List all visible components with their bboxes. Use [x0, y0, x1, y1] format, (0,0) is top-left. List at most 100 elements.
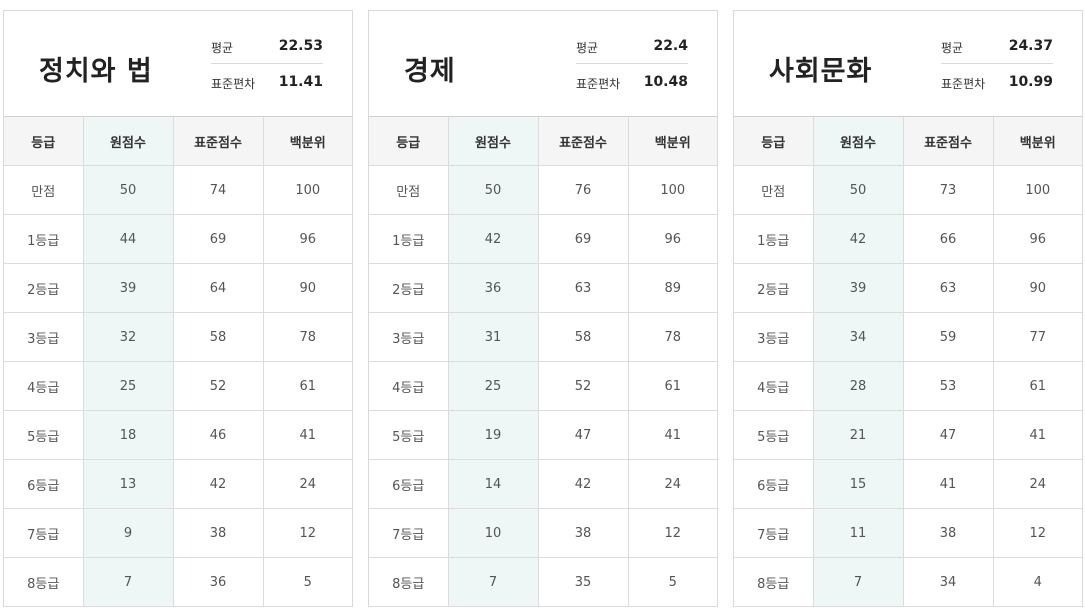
- table-header-row: 등급 원점수 표준점수 백분위: [4, 117, 352, 166]
- table-header-row: 등급 원점수 표준점수 백분위: [734, 117, 1082, 166]
- grade-cell: 1등급: [369, 214, 449, 264]
- standard-score-cell: 76: [538, 165, 629, 215]
- percentile-cell: 100: [628, 165, 717, 215]
- standard-score-cell: 69: [173, 214, 264, 264]
- header-percentile: 백분위: [628, 117, 717, 166]
- standard-score-cell: 42: [173, 459, 264, 509]
- raw-score-cell: 7: [813, 557, 904, 607]
- grade-cell: 7등급: [734, 508, 814, 558]
- mean-row: 평균 22.4: [576, 33, 688, 64]
- grade-cell: 3등급: [734, 312, 814, 362]
- raw-score-cell: 44: [83, 214, 174, 264]
- percentile-cell: 41: [993, 410, 1082, 460]
- raw-score-cell: 34: [813, 312, 904, 362]
- grade-cell: 만점: [4, 165, 84, 215]
- percentile-cell: 100: [993, 165, 1082, 215]
- raw-score-cell: 50: [813, 165, 904, 215]
- mean-row: 평균 22.53: [211, 33, 323, 64]
- standard-score-cell: 52: [538, 361, 629, 411]
- raw-score-cell: 42: [448, 214, 539, 264]
- table-row: 8등급 7 34 4: [734, 557, 1082, 607]
- table-row: 7등급 11 38 12: [734, 508, 1082, 558]
- std-row: 표준편차 10.48: [576, 69, 688, 99]
- std-label: 표준편차: [941, 77, 986, 91]
- table-row: 6등급 15 41 24: [734, 459, 1082, 509]
- mean-label: 평균: [941, 41, 964, 55]
- percentile-cell: 24: [628, 459, 717, 509]
- standard-score-cell: 41: [903, 459, 994, 509]
- mean-label: 평균: [211, 41, 234, 55]
- percentile-cell: 61: [993, 361, 1082, 411]
- standard-score-cell: 35: [538, 557, 629, 607]
- table-row: 5등급 19 47 41: [369, 410, 717, 460]
- grade-cell: 1등급: [734, 214, 814, 264]
- std-label: 표준편차: [576, 77, 621, 91]
- std-value: 10.99: [1008, 74, 1053, 90]
- header-standard-score: 표준점수: [903, 117, 994, 166]
- standard-score-cell: 34: [903, 557, 994, 607]
- std-row: 표준편차 10.99: [941, 69, 1053, 99]
- percentile-cell: 96: [628, 214, 717, 264]
- panel-header: 사회문화 평균 24.37 표준편차 10.99: [734, 11, 1082, 117]
- standard-score-cell: 59: [903, 312, 994, 362]
- table-row: 6등급 14 42 24: [369, 459, 717, 509]
- raw-score-cell: 39: [83, 263, 174, 313]
- raw-score-cell: 9: [83, 508, 174, 558]
- percentile-cell: 61: [263, 361, 352, 411]
- standard-score-cell: 69: [538, 214, 629, 264]
- standard-score-cell: 53: [903, 361, 994, 411]
- grade-panel-economics: 경제 평균 22.4 표준편차 10.48 등급 원점수 표준점수 백분위 만점…: [368, 10, 718, 607]
- table-row: 1등급 42 66 96: [734, 214, 1082, 264]
- grade-cell: 3등급: [4, 312, 84, 362]
- grade-cell: 3등급: [369, 312, 449, 362]
- table-row: 2등급 36 63 89: [369, 263, 717, 313]
- std-row: 표준편차 11.41: [211, 69, 323, 99]
- standard-score-cell: 66: [903, 214, 994, 264]
- header-grade: 등급: [734, 117, 814, 166]
- header-raw-score: 원점수: [83, 117, 174, 166]
- table-row: 1등급 44 69 96: [4, 214, 352, 264]
- raw-score-cell: 18: [83, 410, 174, 460]
- std-value: 10.48: [643, 74, 688, 90]
- percentile-cell: 41: [628, 410, 717, 460]
- table-row: 1등급 42 69 96: [369, 214, 717, 264]
- raw-score-cell: 50: [83, 165, 174, 215]
- percentile-cell: 12: [263, 508, 352, 558]
- table-row: 4등급 28 53 61: [734, 361, 1082, 411]
- std-value: 11.41: [278, 74, 323, 90]
- grade-cell: 2등급: [734, 263, 814, 313]
- header-raw-score: 원점수: [813, 117, 904, 166]
- grade-panel-society-culture: 사회문화 평균 24.37 표준편차 10.99 등급 원점수 표준점수 백분위…: [733, 10, 1083, 607]
- grade-cell: 8등급: [4, 557, 84, 607]
- grade-panel-politics-law: 정치와 법 평균 22.53 표준편차 11.41 등급 원점수 표준점수 백분…: [3, 10, 353, 607]
- standard-score-cell: 42: [538, 459, 629, 509]
- raw-score-cell: 7: [448, 557, 539, 607]
- percentile-cell: 24: [993, 459, 1082, 509]
- table-row: 8등급 7 36 5: [4, 557, 352, 607]
- header-grade: 등급: [4, 117, 84, 166]
- percentile-cell: 24: [263, 459, 352, 509]
- raw-score-cell: 10: [448, 508, 539, 558]
- mean-value: 22.4: [653, 38, 688, 54]
- standard-score-cell: 73: [903, 165, 994, 215]
- raw-score-cell: 39: [813, 263, 904, 313]
- mean-label: 평균: [576, 41, 599, 55]
- grade-cell: 6등급: [4, 459, 84, 509]
- table-row: 8등급 7 35 5: [369, 557, 717, 607]
- mean-value: 24.37: [1008, 38, 1053, 54]
- table-row: 3등급 34 59 77: [734, 312, 1082, 362]
- percentile-cell: 77: [993, 312, 1082, 362]
- table-row: 5등급 21 47 41: [734, 410, 1082, 460]
- header-percentile: 백분위: [263, 117, 352, 166]
- percentile-cell: 12: [993, 508, 1082, 558]
- raw-score-cell: 19: [448, 410, 539, 460]
- subject-title: 정치와 법: [39, 56, 153, 87]
- percentile-cell: 96: [263, 214, 352, 264]
- mean-row: 평균 24.37: [941, 33, 1053, 64]
- header-grade: 등급: [369, 117, 449, 166]
- raw-score-cell: 14: [448, 459, 539, 509]
- standard-score-cell: 36: [173, 557, 264, 607]
- raw-score-cell: 21: [813, 410, 904, 460]
- standard-score-cell: 64: [173, 263, 264, 313]
- table-row: 만점 50 74 100: [4, 165, 352, 215]
